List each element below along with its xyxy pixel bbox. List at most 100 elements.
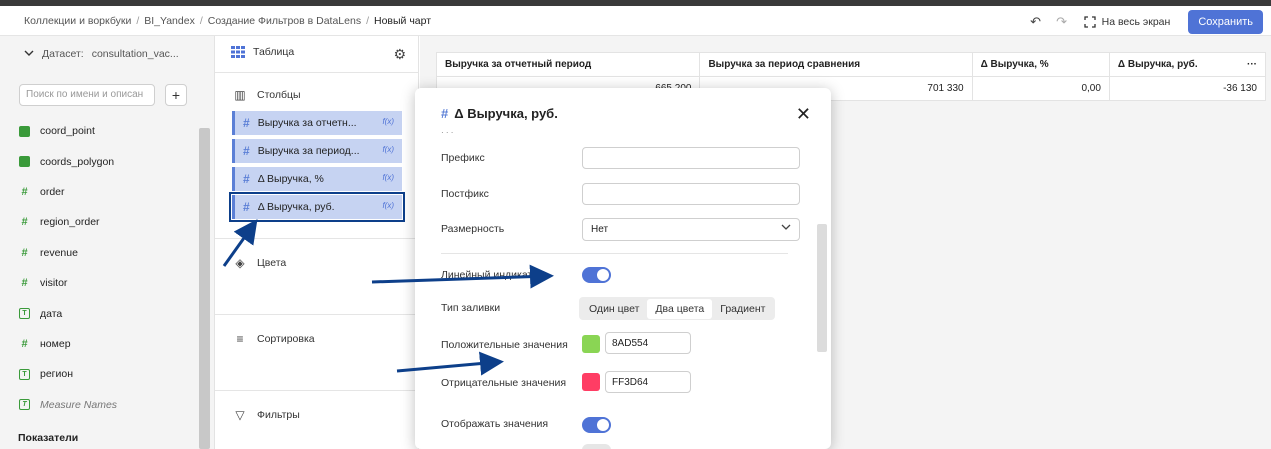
redo-icon[interactable]: ↷ [1054, 14, 1070, 30]
field-list-item[interactable]: Tдата [19, 298, 199, 328]
fill-option-two-colors[interactable]: Два цвета [647, 298, 713, 319]
dialog-scrollbar[interactable] [817, 224, 827, 352]
breadcrumb-separator: / [136, 14, 140, 27]
breadcrumb-item[interactable]: BI_Yandex [144, 15, 195, 27]
table-header-cell[interactable]: Выручка за отчетный период [435, 52, 701, 77]
table-cell: -36 130 [1108, 76, 1267, 101]
sort-label: Сортировка [257, 333, 315, 345]
column-chip-label: Δ Выручка, % [257, 173, 324, 185]
divider [215, 390, 419, 391]
number-icon: # [21, 246, 28, 259]
toggle-knob [597, 419, 609, 431]
formula-icon[interactable]: f(x) [382, 201, 394, 210]
breadcrumb-separator: / [366, 14, 369, 27]
close-icon[interactable]: ✕ [796, 104, 811, 125]
dialog-title: # Δ Выручка, руб. [441, 106, 558, 121]
field-name: дата [40, 307, 63, 320]
table-header-cell[interactable]: Δ Выручка, % [971, 52, 1110, 77]
field-list-scrollbar[interactable] [199, 128, 210, 449]
formula-icon[interactable]: f(x) [382, 145, 394, 154]
wizard-panel: Таблица ⚙ ▥ Столбцы # Выручка за отчетн.… [215, 36, 419, 449]
postfix-input[interactable] [582, 183, 800, 205]
show-values-toggle[interactable] [582, 417, 611, 433]
field-name: order [40, 185, 65, 198]
breadcrumb-current: Новый чарт [374, 14, 432, 27]
field-name: revenue [40, 246, 78, 259]
measures-section-title: Показатели [18, 432, 79, 444]
field-name: номер [40, 337, 71, 350]
number-icon: # [21, 277, 28, 290]
field-list-item[interactable]: # order [19, 177, 199, 207]
gear-icon[interactable]: ⚙ [393, 46, 406, 63]
columns-label: Столбцы [257, 89, 301, 101]
columns-section-title: ▥ Столбцы [233, 88, 301, 102]
table-header-cell[interactable]: Δ Выручка, руб. ··· [1108, 52, 1267, 77]
next-toggle-partial[interactable] [582, 444, 611, 449]
column-chip-label: Выручка за период... [257, 145, 360, 157]
add-field-button[interactable]: + [165, 84, 187, 106]
bar-indicator-label: Линейный индикатор [441, 269, 544, 281]
column-chip[interactable]: # Выручка за период... f(x) [232, 139, 402, 163]
dataset-selector[interactable]: Датасет: consultation_vac... [24, 48, 179, 60]
field-list-item[interactable]: coord_point [19, 116, 199, 146]
formula-icon[interactable]: f(x) [382, 173, 394, 182]
fill-option-one-color[interactable]: Один цвет [581, 299, 647, 319]
positive-color-swatch[interactable] [582, 335, 600, 353]
negative-color-swatch[interactable] [582, 373, 600, 391]
prefix-input[interactable] [582, 147, 800, 169]
more-icon[interactable]: ··· [1247, 59, 1257, 70]
negative-color-input[interactable]: FF3D64 [605, 371, 691, 393]
breadcrumb-item[interactable]: Создание Фильтров в DataLens [208, 15, 361, 27]
field-list-item[interactable]: # revenue [19, 238, 199, 268]
field-list-item[interactable]: coords_polygon [19, 146, 199, 176]
field-search-input[interactable]: Поиск по имени и описан [19, 84, 155, 106]
table-icon [231, 46, 245, 58]
fullscreen-button[interactable]: На весь экран [1083, 16, 1170, 28]
field-list-item[interactable]: T Measure Names [19, 390, 199, 420]
positive-color-input[interactable]: 8AD554 [605, 332, 691, 354]
formula-icon[interactable]: f(x) [382, 117, 394, 126]
field-name: visitor [40, 277, 68, 290]
paint-bucket-icon: ◈ [235, 256, 245, 270]
dataset-panel: Датасет: consultation_vac... Поиск по им… [0, 36, 215, 449]
bar-indicator-toggle[interactable] [582, 267, 611, 283]
fullscreen-icon [1083, 16, 1096, 28]
geo-point-icon [19, 125, 30, 137]
column-chip-selected[interactable]: # Δ Выручка, руб. f(x) [229, 192, 405, 222]
number-icon: # [243, 116, 250, 130]
column-chip[interactable]: # Δ Выручка, % f(x) [232, 167, 402, 191]
unit-select[interactable]: Нет [582, 218, 800, 241]
columns-placeholder: # Выручка за отчетн... f(x) # Выручка за… [229, 111, 405, 223]
filters-section-title: ▽ Фильтры [233, 408, 300, 422]
breadcrumb: Коллекции и воркбуки / BI_Yandex / Созда… [24, 15, 431, 27]
column-chip[interactable]: # Выручка за отчетн... f(x) [232, 111, 402, 135]
undo-icon[interactable]: ↶ [1028, 14, 1044, 30]
divider [215, 72, 419, 73]
toggle-knob [597, 269, 609, 281]
filters-label: Фильтры [257, 409, 300, 421]
field-list-item[interactable]: # region_order [19, 207, 199, 237]
field-list-item[interactable]: Tрегион [19, 359, 199, 389]
divider [215, 238, 419, 239]
dataset-name: consultation_vac... [91, 48, 179, 60]
number-icon: # [243, 200, 250, 214]
field-list-item[interactable]: # номер [19, 329, 199, 359]
geo-polygon-icon [19, 156, 30, 168]
divider [441, 253, 788, 254]
save-button[interactable]: Сохранить [1188, 10, 1263, 34]
field-list-item[interactable]: # visitor [19, 268, 199, 298]
fill-option-gradient[interactable]: Градиент [712, 299, 773, 319]
table-header-cell[interactable]: Выручка за период сравнения [699, 52, 973, 77]
breadcrumb-item[interactable]: Коллекции и воркбуки [24, 15, 131, 27]
unit-select-value: Нет [591, 224, 609, 235]
chevron-down-icon [24, 48, 34, 60]
filter-icon: ▽ [235, 408, 245, 422]
prefix-label: Префикс [441, 152, 485, 164]
scrolled-content-edge: · · · [441, 128, 454, 137]
dialog-title-text: Δ Выручка, руб. [454, 106, 558, 121]
colors-section-title: ◈ Цвета [233, 256, 286, 270]
visualization-selector[interactable]: Таблица ⚙ [231, 46, 406, 62]
columns-icon: ▥ [234, 88, 246, 102]
field-name: Measure Names [40, 398, 118, 411]
header-actions: ↶ ↷ На весь экран Сохранить [1028, 10, 1263, 34]
